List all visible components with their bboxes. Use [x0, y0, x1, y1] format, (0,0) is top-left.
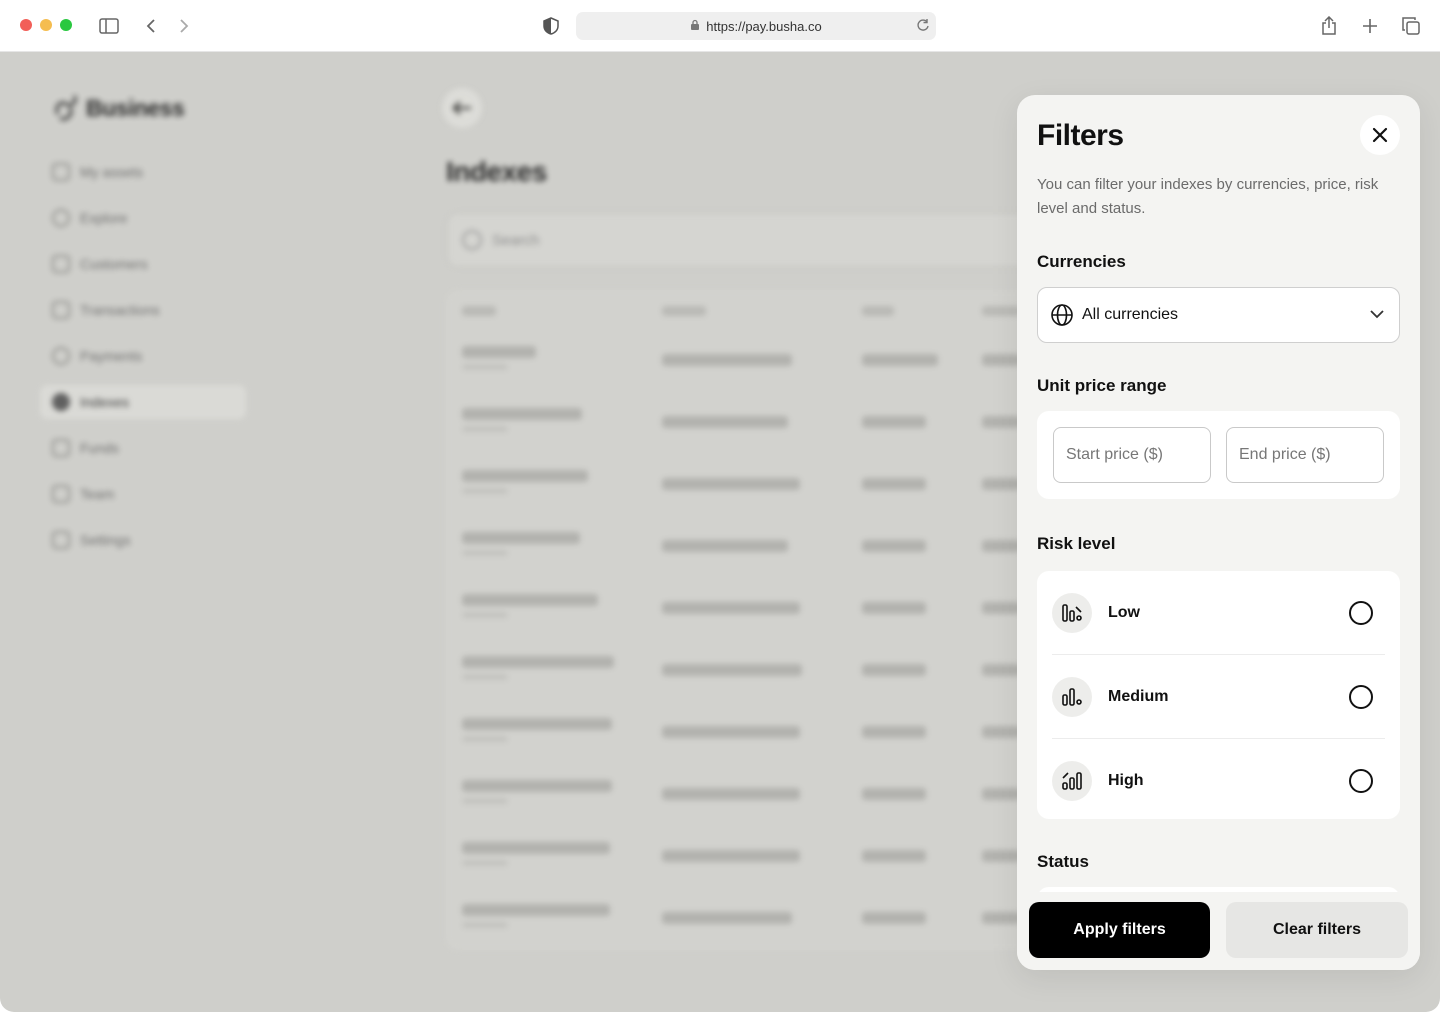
- risk-option-label: High: [1108, 772, 1144, 789]
- back-button[interactable]: [442, 88, 482, 128]
- column-header: [462, 306, 496, 316]
- folder-icon: [52, 163, 70, 181]
- settings-icon: [52, 531, 70, 549]
- close-icon: [1372, 127, 1388, 143]
- table-row[interactable]: [462, 342, 1062, 382]
- sidebar-item-customers[interactable]: Customers: [52, 255, 148, 273]
- browser-toolbar: https://pay.busha.co: [0, 0, 1440, 52]
- indexes-table: [446, 290, 1066, 950]
- apply-filters-button[interactable]: Apply filters: [1029, 902, 1210, 958]
- sidebar-toggle-icon[interactable]: [97, 14, 121, 38]
- table-row[interactable]: [462, 838, 1062, 878]
- globe-icon: [1051, 304, 1073, 326]
- table-row[interactable]: [462, 404, 1062, 444]
- search-input[interactable]: Search: [446, 212, 1066, 268]
- price-range-group: [1037, 411, 1400, 499]
- filters-footer: Apply filters Clear filters: [1017, 892, 1420, 970]
- status-label: Status: [1037, 852, 1089, 871]
- high-radio[interactable]: [1349, 769, 1373, 793]
- tab-overview-icon[interactable]: [1399, 14, 1423, 38]
- compass-icon: [52, 209, 70, 227]
- forward-nav-icon[interactable]: [172, 14, 196, 38]
- filters-title: Filters: [1037, 119, 1124, 152]
- column-header: [662, 306, 706, 316]
- window-minimize-button[interactable]: [40, 19, 52, 31]
- url-text: https://pay.busha.co: [706, 18, 822, 34]
- page-title: Indexes: [446, 156, 547, 187]
- table-row[interactable]: [462, 528, 1062, 568]
- column-header: [982, 306, 1022, 316]
- price-range-label: Unit price range: [1037, 376, 1167, 395]
- table-row[interactable]: [462, 466, 1062, 506]
- column-header: [862, 306, 894, 316]
- medium-risk-icon: [1052, 676, 1092, 717]
- start-price-input[interactable]: [1053, 427, 1211, 483]
- risk-option-label: Medium: [1108, 687, 1169, 705]
- indexes-icon: [52, 393, 70, 411]
- filters-panel: Filters You can filter your indexes by c…: [1017, 95, 1420, 970]
- sidebar-item-explore[interactable]: Explore: [52, 209, 127, 227]
- window-maximize-button[interactable]: [60, 19, 72, 31]
- back-nav-icon[interactable]: [139, 14, 163, 38]
- medium-radio[interactable]: [1349, 685, 1373, 709]
- close-button[interactable]: [1360, 115, 1400, 155]
- table-row[interactable]: [462, 714, 1062, 754]
- team-icon: [52, 485, 70, 503]
- risk-level-label: Risk level: [1037, 534, 1116, 553]
- sidebar-item-settings[interactable]: Settings: [52, 531, 131, 549]
- sidebar-item-my-assets[interactable]: My assets: [52, 163, 143, 181]
- currencies-selected-value: All currencies: [1082, 306, 1179, 323]
- search-icon: [462, 230, 482, 250]
- logo-icon: [55, 95, 77, 121]
- table-row[interactable]: [462, 590, 1062, 630]
- payments-icon: [52, 347, 70, 365]
- filters-description: You can filter your indexes by currencie…: [1037, 176, 1379, 217]
- new-tab-icon[interactable]: [1358, 14, 1382, 38]
- transactions-icon: [52, 301, 70, 319]
- window-close-button[interactable]: [20, 19, 32, 31]
- search-placeholder: Search: [492, 231, 540, 249]
- table-row[interactable]: [462, 776, 1062, 816]
- table-row[interactable]: [462, 652, 1062, 692]
- risk-option-low[interactable]: Low: [1052, 571, 1385, 655]
- address-bar[interactable]: https://pay.busha.co: [576, 12, 936, 40]
- sidebar-item-indexes[interactable]: Indexes: [40, 385, 246, 419]
- clear-filters-button[interactable]: Clear filters: [1226, 902, 1408, 958]
- currencies-label: Currencies: [1037, 252, 1126, 271]
- business-logo: Business: [52, 94, 185, 122]
- logo-text: Business: [86, 94, 185, 121]
- high-risk-icon: [1052, 761, 1092, 801]
- funds-icon: [52, 439, 70, 457]
- low-risk-icon: [1052, 592, 1092, 633]
- user-icon: [52, 255, 70, 273]
- arrow-left-icon: [452, 101, 471, 115]
- risk-level-group: Low Medium High: [1037, 571, 1400, 819]
- sidebar-item-transactions[interactable]: Transactions: [52, 301, 160, 319]
- risk-option-medium[interactable]: Medium: [1052, 655, 1385, 739]
- sidebar-item-team[interactable]: Team: [52, 485, 114, 503]
- table-row[interactable]: [462, 900, 1062, 940]
- chevron-down-icon: [1369, 306, 1385, 327]
- page-viewport: Business My assets Explore Customers Tra…: [0, 52, 1440, 1012]
- sidebar-item-payments[interactable]: Payments: [52, 347, 142, 365]
- reload-icon[interactable]: [916, 18, 930, 35]
- risk-option-high[interactable]: High: [1052, 739, 1385, 823]
- currencies-select[interactable]: All currencies: [1037, 287, 1400, 343]
- end-price-input[interactable]: [1226, 427, 1384, 483]
- sidebar-item-funds[interactable]: Funds: [52, 439, 119, 457]
- risk-option-label: Low: [1108, 603, 1140, 621]
- lock-icon: [690, 19, 700, 34]
- privacy-shield-icon[interactable]: [539, 14, 563, 38]
- low-radio[interactable]: [1349, 601, 1373, 625]
- share-icon[interactable]: [1317, 14, 1341, 38]
